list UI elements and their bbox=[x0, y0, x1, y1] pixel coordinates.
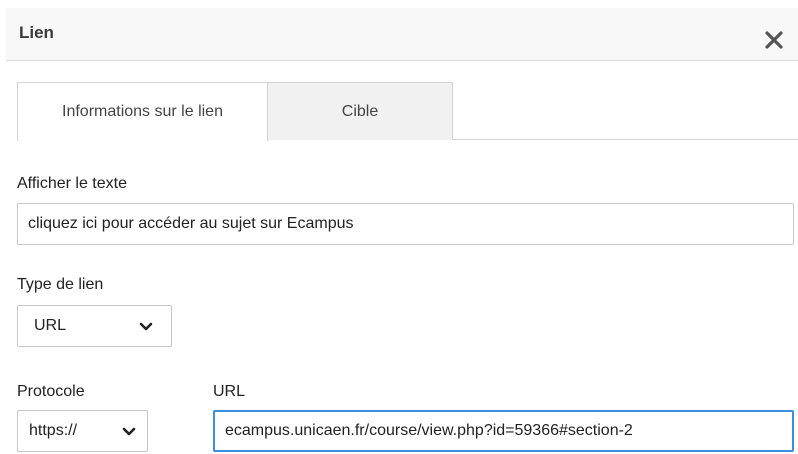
tab-link-info[interactable]: Informations sur le lien bbox=[17, 82, 268, 141]
display-text-label: Afficher le texte bbox=[17, 175, 127, 192]
url-input[interactable] bbox=[213, 410, 794, 452]
close-icon[interactable] bbox=[763, 29, 785, 51]
link-type-label: Type de lien bbox=[17, 276, 104, 293]
dialog-title: Lien bbox=[19, 23, 54, 42]
protocol-selected: https:// bbox=[29, 422, 78, 439]
link-type-select[interactable]: URL bbox=[17, 305, 172, 347]
url-label: URL bbox=[213, 383, 246, 400]
link-type-selected: URL bbox=[34, 317, 67, 334]
chevron-down-icon bbox=[139, 322, 153, 332]
protocol-select[interactable]: https:// bbox=[17, 410, 148, 452]
tab-bar: Informations sur le lien Cible bbox=[0, 82, 798, 141]
link-dialog: Lien Informations sur le lien Cible Affi… bbox=[0, 0, 798, 454]
tab-target[interactable]: Cible bbox=[268, 82, 453, 140]
display-text-input[interactable] bbox=[17, 203, 794, 245]
protocol-label: Protocole bbox=[17, 383, 85, 400]
chevron-down-icon bbox=[122, 427, 136, 437]
dialog-titlebar: Lien bbox=[6, 8, 798, 61]
